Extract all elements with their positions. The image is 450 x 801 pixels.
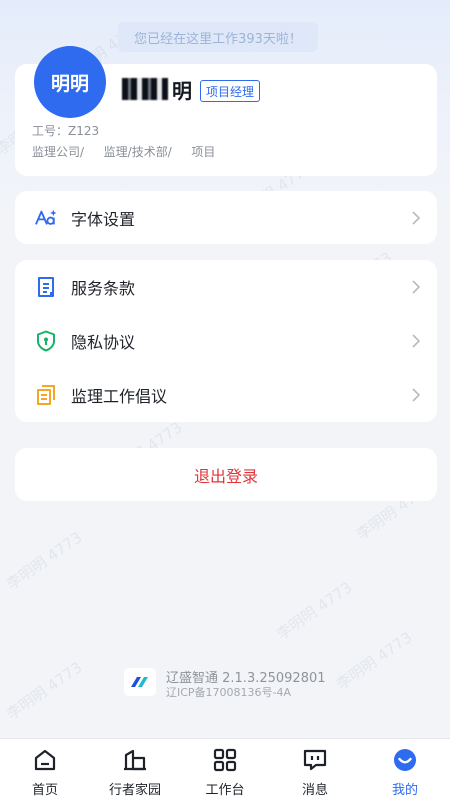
app-logo [124,668,156,696]
menu-item-label: 隐私协议 [71,333,136,352]
font-settings-row[interactable]: 字体设置 [15,191,437,245]
tab-label: 首页 [31,783,58,798]
smile-icon [392,747,418,773]
font-settings-label: 字体设置 [71,210,136,229]
menu-item-initiative[interactable]: 监理工作倡议 [15,368,437,422]
watermark: 李明明 4773 [273,578,356,644]
watermark: 李明明 4773 [333,628,416,694]
watermark: 李明明 4773 [3,528,86,594]
tab-label: 消息 [301,783,328,798]
document-icon [35,276,57,298]
home-icon [32,747,58,773]
tab-home[interactable]: 首页 [0,739,90,801]
font-settings-card[interactable]: 字体设置 [15,191,437,244]
user-name-text: 明 [172,78,192,103]
role-badge: 项目经理 [200,80,261,102]
tab-label: 工作台 [205,783,245,798]
shield-icon [35,330,57,352]
chevron-right-icon [409,334,423,348]
font-size-icon [35,207,57,229]
user-name: 明 [122,76,192,103]
tab-label: 我的 [391,783,418,798]
chevron-right-icon [409,211,423,225]
icp-number: 辽ICP备17008136号-4A [166,686,292,699]
tab-community[interactable]: 行者家园 [90,739,180,801]
tab-messages[interactable]: 消息 [270,739,360,801]
tab-label: 行者家园 [108,783,161,798]
tab-mine[interactable]: 我的 [360,739,450,801]
menu-item-privacy[interactable]: 隐私协议 [15,314,437,368]
grid-icon [212,747,238,773]
watermark: 李明明 4773 [3,658,86,724]
employee-id: 工号：Z123 [32,124,100,138]
chevron-right-icon [409,388,423,402]
message-icon [302,747,328,773]
menu-item-label: 服务条款 [71,279,136,298]
tab-workbench[interactable]: 工作台 [180,739,270,801]
menu-item-terms[interactable]: 服务条款 [15,260,437,314]
avatar[interactable]: 明明 [34,46,106,118]
bottom-tab-bar: 首页 行者家园 工作台 消息 我的 [0,738,450,801]
menu-card: 服务条款 隐私协议 监理工作倡议 [15,260,437,422]
building-icon [122,747,148,773]
redacted-name-block [122,78,168,100]
organization-path: 监理公司/ 监理/技术部/ 项目 [32,145,216,159]
logout-button[interactable]: 退出登录 [15,448,437,501]
menu-item-label: 监理工作倡议 [71,387,168,406]
work-days-banner: 您已经在这里工作393天啦！ [118,22,318,52]
copy-document-icon [35,384,57,406]
chevron-right-icon [409,280,423,294]
logout-card: 退出登录 [15,448,437,501]
